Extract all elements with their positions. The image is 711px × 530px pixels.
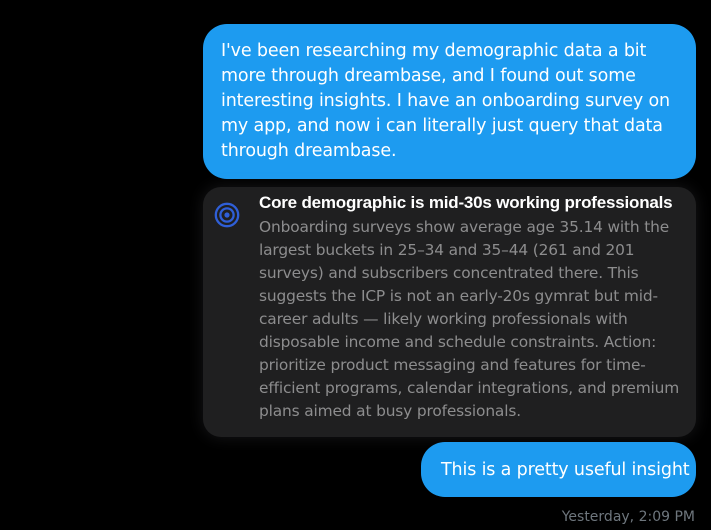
message-text: This is a pretty useful insight: [441, 460, 690, 480]
insight-card[interactable]: Core demographic is mid-30s working prof…: [203, 187, 696, 437]
message-bubble-sent[interactable]: This is a pretty useful insight: [421, 442, 696, 497]
insight-title: Core demographic is mid-30s working prof…: [259, 193, 673, 212]
insight-body: Onboarding surveys show average age 35.1…: [259, 218, 680, 420]
message-timestamp: Yesterday, 2:09 PM: [561, 509, 695, 525]
message-text: I've been researching my demographic dat…: [221, 41, 671, 161]
target-icon: [214, 202, 240, 228]
message-bubble-sent[interactable]: I've been researching my demographic dat…: [203, 24, 696, 179]
